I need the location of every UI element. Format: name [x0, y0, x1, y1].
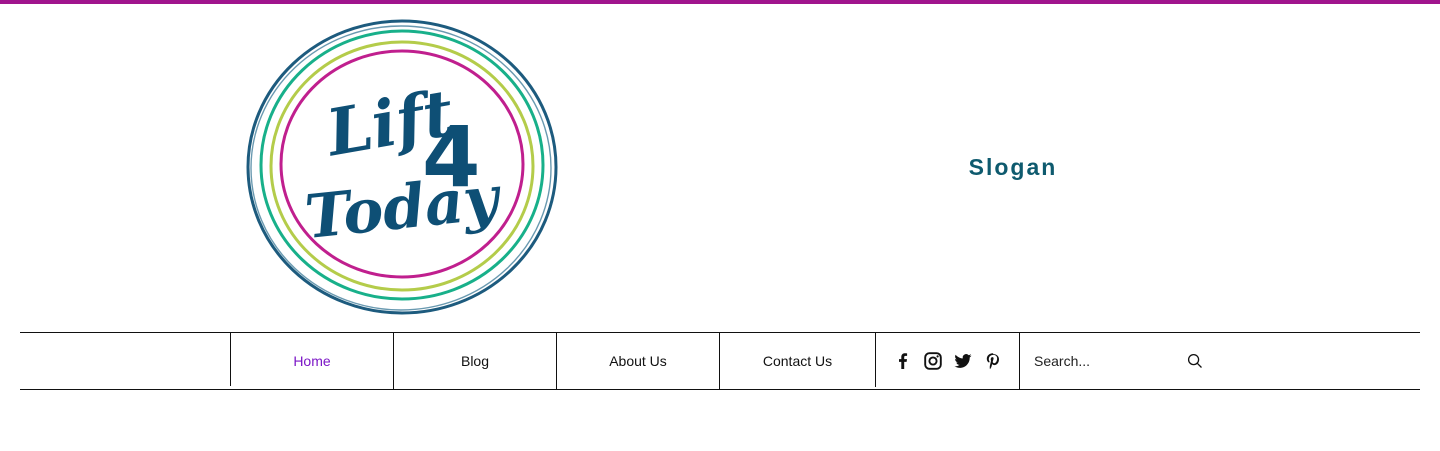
logo-text-today: Today: [302, 163, 506, 253]
search-icon[interactable]: [1186, 352, 1204, 370]
social-bar: [876, 333, 1020, 389]
pinterest-icon[interactable]: [983, 351, 1003, 371]
search-input[interactable]: [1034, 353, 1174, 369]
nav-item-contact-us[interactable]: Contact Us: [720, 333, 875, 389]
facebook-icon[interactable]: [893, 351, 913, 371]
site-logo[interactable]: Lift 4 Today: [244, 18, 560, 318]
search-box: [1020, 333, 1210, 389]
nav-item-about-us[interactable]: About Us: [557, 333, 719, 389]
site-slogan: Slogan: [968, 154, 1058, 180]
nav-item-home[interactable]: Home: [231, 333, 393, 389]
instagram-icon[interactable]: [923, 351, 943, 371]
twitter-icon[interactable]: [953, 351, 973, 371]
nav-bottom-border: [20, 389, 1420, 390]
top-accent-bar: [0, 0, 1440, 4]
nav-item-blog[interactable]: Blog: [394, 333, 556, 389]
